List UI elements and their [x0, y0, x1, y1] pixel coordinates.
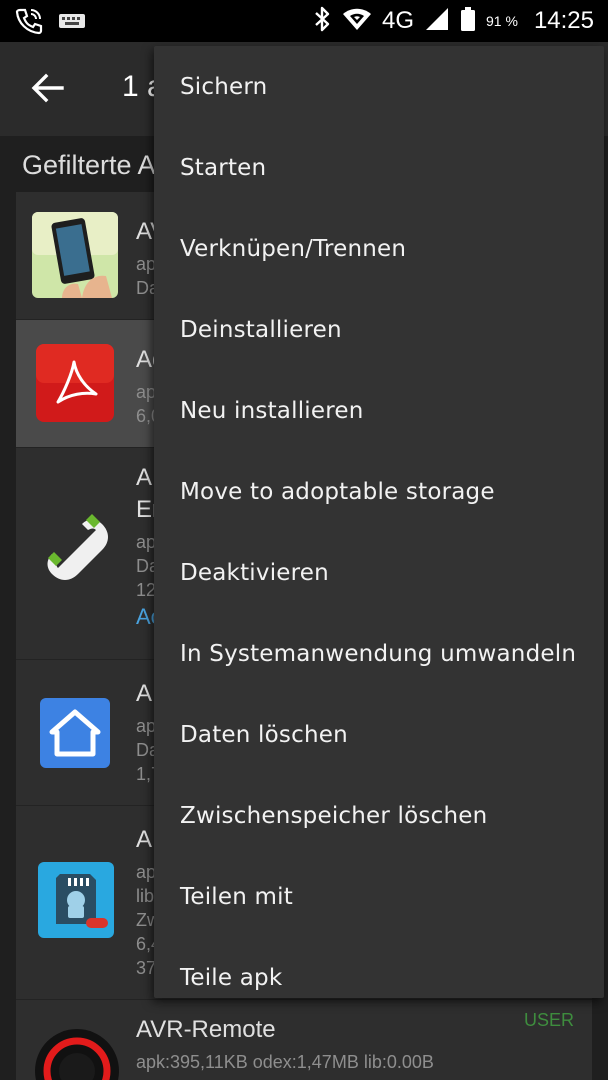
menu-item-sichern[interactable]: Sichern [154, 46, 604, 127]
app-name: AVR-Remote [136, 1016, 276, 1043]
app-name: A [136, 826, 153, 853]
battery-percent: 91 % [486, 13, 518, 29]
status-bar-right: 4G 91 % 14:25 [312, 4, 594, 38]
phone-handset-icon [38, 508, 118, 592]
menu-item-systemanwendung[interactable]: In Systemanwendung umwandeln [154, 613, 604, 694]
overflow-menu: Sichern Starten Verknüpen/Trennen Deinst… [154, 46, 604, 998]
app-name: A [136, 464, 153, 491]
phone-in-hand-icon [32, 212, 118, 302]
clock: 14:25 [533, 7, 594, 34]
menu-item-move-to-adoptable-storage[interactable]: Move to adoptable storage [154, 451, 604, 532]
signal-icon [424, 6, 450, 36]
acrobat-icon [36, 344, 114, 426]
menu-item-deaktivieren[interactable]: Deaktivieren [154, 532, 604, 613]
menu-item-teilen-mit[interactable]: Teilen mit [154, 856, 604, 937]
red-ring-icon [32, 1026, 122, 1080]
menu-item-teile-apk[interactable]: Teile apk [154, 937, 604, 998]
menu-item-neu-installieren[interactable]: Neu installieren [154, 370, 604, 451]
menu-item-verknuepfen-trennen[interactable]: Verknüpen/Trennen [154, 208, 604, 289]
bluetooth-icon [312, 5, 332, 37]
app-detail: apk:395,11KB odex:1,47MB lib:0.00B [136, 1052, 434, 1072]
back-button[interactable] [28, 68, 68, 108]
status-bar: 4G 91 % 14:25 [0, 0, 608, 42]
arrow-left-icon [28, 73, 68, 112]
menu-item-deinstallieren[interactable]: Deinstallieren [154, 289, 604, 370]
menu-item-starten[interactable]: Starten [154, 127, 604, 208]
network-type: 4G [382, 7, 415, 34]
phone-call-icon [14, 6, 44, 40]
status-bar-left [14, 6, 86, 40]
app-detail: lib [136, 886, 155, 906]
sd-android-pro-icon [38, 862, 114, 942]
filter-label: Gefilterte A [22, 150, 156, 180]
list-item[interactable]: AVR-Remote apk:395,11KB odex:1,47MB lib:… [16, 1000, 592, 1080]
home-icon [40, 698, 110, 772]
user-badge: USER [523, 1010, 574, 1030]
menu-item-daten-loeschen[interactable]: Daten löschen [154, 694, 604, 775]
keyboard-icon [58, 12, 86, 34]
battery-icon [460, 6, 476, 36]
app-name: A [136, 680, 153, 707]
wifi-icon [342, 6, 372, 36]
menu-item-zwischenspeicher-loeschen[interactable]: Zwischenspeicher löschen [154, 775, 604, 856]
